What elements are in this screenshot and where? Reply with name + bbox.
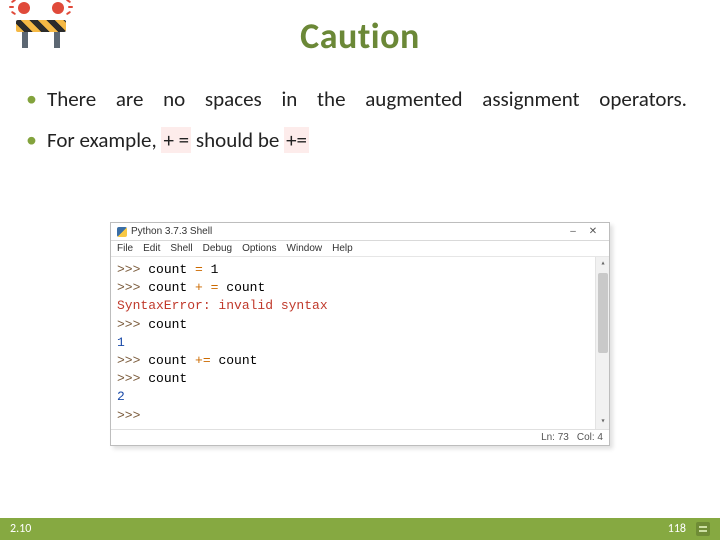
menu-bar: File Edit Shell Debug Options Window Help <box>111 241 609 257</box>
correct-operator-highlight: += <box>284 127 309 153</box>
status-bar: Ln: 73 Col: 4 <box>111 429 609 445</box>
code-line: >>> count = 1 <box>117 261 603 279</box>
menu-debug[interactable]: Debug <box>203 243 232 254</box>
menu-window[interactable]: Window <box>287 243 323 254</box>
menu-edit[interactable]: Edit <box>143 243 160 254</box>
code-line: >>> count <box>117 370 603 388</box>
wrong-operator-highlight: + = <box>161 127 191 153</box>
menu-options[interactable]: Options <box>242 243 276 254</box>
section-number: 2.10 <box>10 522 31 536</box>
close-button[interactable]: ✕ <box>583 226 603 237</box>
python-shell-window: Python 3.7.3 Shell ‒ ✕ File Edit Shell Debu… <box>110 222 610 446</box>
code-line: 2 <box>117 388 603 406</box>
window-title: Python 3.7.3 Shell <box>131 226 212 237</box>
code-line: >>> count + = count <box>117 279 603 297</box>
scrollbar[interactable]: ▴ ▾ <box>595 257 609 429</box>
status-col: Col: 4 <box>577 432 603 443</box>
window-titlebar[interactable]: Python 3.7.3 Shell ‒ ✕ <box>111 223 609 241</box>
python-icon <box>117 227 127 237</box>
bullet-list: • There are no spaces in the augmented a… <box>26 86 696 168</box>
code-area[interactable]: ▴ ▾ >>> count = 1>>> count + = countSynt… <box>111 257 609 429</box>
minimize-button[interactable]: ‒ <box>563 226 583 237</box>
status-line: Ln: 73 <box>541 432 569 443</box>
footer-menu-icon[interactable] <box>696 522 710 536</box>
menu-help[interactable]: Help <box>332 243 353 254</box>
slide-title: Caution <box>0 14 720 58</box>
page-number: 118 <box>668 522 686 536</box>
code-line: 1 <box>117 334 603 352</box>
slide-footer: 2.10 118 <box>0 518 720 540</box>
bullet-dot-icon: • <box>26 127 37 153</box>
code-line: SyntaxError: invalid syntax <box>117 297 603 315</box>
bullet-dot-icon: • <box>26 86 37 112</box>
code-line: >>> count += count <box>117 352 603 370</box>
bullet-1-text: There are no spaces in the augmented ass… <box>47 86 687 113</box>
scroll-down-button[interactable]: ▾ <box>596 415 610 429</box>
menu-file[interactable]: File <box>117 243 133 254</box>
code-line: >>> <box>117 407 603 425</box>
menu-shell[interactable]: Shell <box>170 243 192 254</box>
scroll-thumb[interactable] <box>598 273 608 353</box>
code-line: >>> count <box>117 316 603 334</box>
bullet-2-text: For example, + = should be += <box>47 127 309 154</box>
scroll-up-button[interactable]: ▴ <box>596 257 610 271</box>
